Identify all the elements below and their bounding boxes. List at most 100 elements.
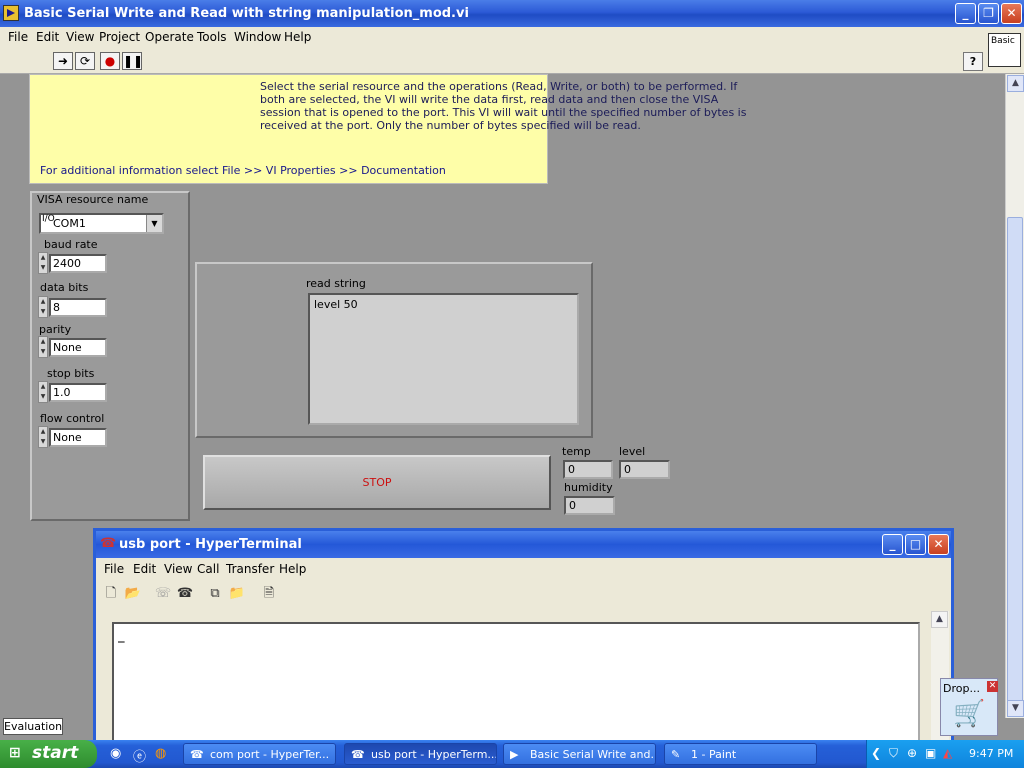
dropdown-arrow-icon[interactable]: ▼ bbox=[146, 215, 162, 232]
read-string-value: level 50 bbox=[314, 298, 358, 311]
ht-minimize-button[interactable]: _ bbox=[882, 534, 903, 555]
task-usb-port[interactable]: ☎ usb port - HyperTerm... bbox=[344, 743, 497, 765]
menu-operate[interactable]: Operate bbox=[145, 30, 194, 44]
menu-tools[interactable]: Tools bbox=[197, 30, 227, 44]
baud-spinner-icon[interactable]: ▲ ▼ bbox=[38, 252, 48, 274]
pause-icon[interactable]: ❚❚ bbox=[122, 52, 143, 70]
menu-help[interactable]: Help bbox=[284, 30, 311, 44]
baud-input[interactable]: 2400 bbox=[49, 254, 107, 273]
ht-scroll-up-icon[interactable]: ▲ bbox=[931, 611, 948, 628]
tray-chevron-icon[interactable]: ❮ bbox=[871, 746, 881, 760]
level-label: level bbox=[619, 445, 646, 458]
panel-scrollbar[interactable]: ▲ ▼ bbox=[1005, 74, 1024, 718]
humidity-label: humidity bbox=[564, 481, 613, 494]
lv-window-title: Basic Serial Write and Read with string … bbox=[24, 6, 469, 21]
run-arrow-icon[interactable]: ➜ bbox=[53, 52, 73, 70]
stopbits-spinner-icon[interactable]: ▲ ▼ bbox=[38, 381, 48, 403]
task-paint[interactable]: ✎ 1 - Paint bbox=[664, 743, 817, 765]
quicklaunch-icon[interactable]: ◉ bbox=[110, 746, 121, 761]
menu-file[interactable]: File bbox=[8, 30, 28, 44]
run-continuously-icon[interactable]: ⟳ bbox=[75, 52, 95, 70]
ie-icon[interactable]: ⓔ bbox=[133, 746, 146, 765]
vi-icon bbox=[3, 5, 19, 21]
scroll-up-icon[interactable]: ▲ bbox=[1007, 75, 1024, 92]
monitor-icon[interactable]: ▣ bbox=[925, 746, 936, 760]
ht-menu-view[interactable]: View bbox=[164, 562, 192, 576]
databits-spinner-icon[interactable]: ▲ ▼ bbox=[38, 296, 48, 318]
firefox-icon[interactable]: ◍ bbox=[155, 746, 166, 761]
vi-palette-icon[interactable]: Basic bbox=[988, 33, 1021, 67]
parity-spinner-icon[interactable]: ▲ ▼ bbox=[38, 336, 48, 358]
io-icon: I/O bbox=[42, 214, 55, 224]
databits-input[interactable]: 8 bbox=[49, 298, 107, 317]
open-folder-icon[interactable]: 📂 bbox=[124, 585, 142, 603]
stopbits-input[interactable]: 1.0 bbox=[49, 383, 107, 402]
hyperterminal-task-icon: ☎ bbox=[351, 748, 365, 761]
level-indicator: 0 bbox=[619, 460, 670, 479]
receive-icon[interactable]: 📁 bbox=[228, 585, 246, 603]
antivirus-icon[interactable]: ◭ bbox=[943, 746, 952, 760]
lv-toolbar: ➜ ⟳ ● ❚❚ bbox=[0, 47, 1024, 74]
temp-label: temp bbox=[562, 445, 591, 458]
ht-menu-help[interactable]: Help bbox=[279, 562, 306, 576]
serial-settings-cluster: VISA resource name I/O COM1 ▼ baud rate … bbox=[30, 191, 190, 521]
ht-window-title: usb port - HyperTerminal bbox=[119, 537, 302, 552]
drop-close-icon[interactable]: ✕ bbox=[987, 681, 998, 692]
clock[interactable]: 9:47 PM bbox=[969, 747, 1013, 760]
menu-edit[interactable]: Edit bbox=[36, 30, 59, 44]
hyperterminal-task-icon: ☎ bbox=[190, 748, 204, 761]
instructions-text: Select the serial resource and the opera… bbox=[260, 80, 747, 132]
abort-icon[interactable]: ● bbox=[100, 52, 120, 70]
stop-button[interactable]: STOP bbox=[203, 455, 551, 510]
visa-resource-control[interactable]: I/O COM1 ▼ bbox=[39, 213, 164, 234]
restore-button[interactable]: ❐ bbox=[978, 3, 999, 24]
drop-widget[interactable]: Drop... ✕ 🛒 bbox=[940, 678, 998, 736]
connect-icon[interactable]: ☏ bbox=[154, 585, 172, 603]
visa-label: VISA resource name bbox=[37, 193, 149, 206]
new-file-icon[interactable]: 🗋 bbox=[102, 585, 120, 603]
shield-icon[interactable]: ⛉ bbox=[889, 746, 898, 761]
close-button[interactable]: ✕ bbox=[1001, 3, 1022, 24]
flow-spinner-icon[interactable]: ▲ ▼ bbox=[38, 426, 48, 448]
start-label: start bbox=[32, 743, 79, 763]
ht-close-button[interactable]: ✕ bbox=[928, 534, 949, 555]
ht-maximize-button[interactable]: □ bbox=[905, 534, 926, 555]
read-string-label: read string bbox=[306, 277, 366, 290]
ht-menu-file[interactable]: File bbox=[104, 562, 124, 576]
databits-label: data bits bbox=[40, 281, 89, 294]
task-com-port[interactable]: ☎ com port - HyperTer... bbox=[183, 743, 336, 765]
task-labview[interactable]: ▶ Basic Serial Write and... bbox=[503, 743, 656, 765]
lv-menu-bar: File Edit View Project Operate Tools Win… bbox=[0, 27, 1024, 47]
menu-view[interactable]: View bbox=[66, 30, 94, 44]
context-help-icon[interactable]: ? bbox=[963, 52, 983, 71]
parity-input[interactable]: None bbox=[49, 338, 107, 357]
shopping-cart-icon: 🛒 bbox=[953, 699, 986, 729]
system-tray: ❮ ⛉ ⊕ ▣ ◭ 9:47 PM bbox=[866, 740, 1024, 768]
menu-window[interactable]: Window bbox=[234, 30, 281, 44]
scroll-down-icon[interactable]: ▼ bbox=[1007, 700, 1024, 717]
terminal-area[interactable]: _ bbox=[112, 622, 920, 743]
temp-indicator: 0 bbox=[563, 460, 613, 479]
ht-menu-call[interactable]: Call bbox=[197, 562, 219, 576]
disconnect-icon[interactable]: ☎ bbox=[176, 585, 194, 603]
hyperterminal-window: ☎ usb port - HyperTerminal _ □ ✕ File Ed… bbox=[93, 528, 954, 743]
stopbits-label: stop bits bbox=[47, 367, 95, 380]
documentation-hint: For additional information select File >… bbox=[40, 164, 446, 177]
hyperterminal-icon: ☎ bbox=[100, 536, 117, 551]
start-button[interactable]: ⊞ start bbox=[0, 740, 97, 768]
instructions-note: Select the serial resource and the opera… bbox=[29, 74, 746, 184]
flow-label: flow control bbox=[40, 412, 105, 425]
ht-menu-transfer[interactable]: Transfer bbox=[226, 562, 274, 576]
properties-icon[interactable]: 🗎 bbox=[260, 585, 278, 603]
labview-task-icon: ▶ bbox=[510, 748, 519, 761]
flow-input[interactable]: None bbox=[49, 428, 107, 447]
menu-project[interactable]: Project bbox=[99, 30, 140, 44]
drop-label: Drop... bbox=[943, 682, 980, 695]
send-icon[interactable]: ⧉ bbox=[206, 585, 224, 603]
minimize-button[interactable]: _ bbox=[955, 3, 976, 24]
scroll-thumb[interactable] bbox=[1007, 217, 1023, 717]
network-icon[interactable]: ⊕ bbox=[907, 746, 917, 760]
windows-logo-icon: ⊞ bbox=[9, 745, 21, 761]
palette-label: Basic bbox=[991, 36, 1015, 46]
ht-menu-edit[interactable]: Edit bbox=[133, 562, 156, 576]
